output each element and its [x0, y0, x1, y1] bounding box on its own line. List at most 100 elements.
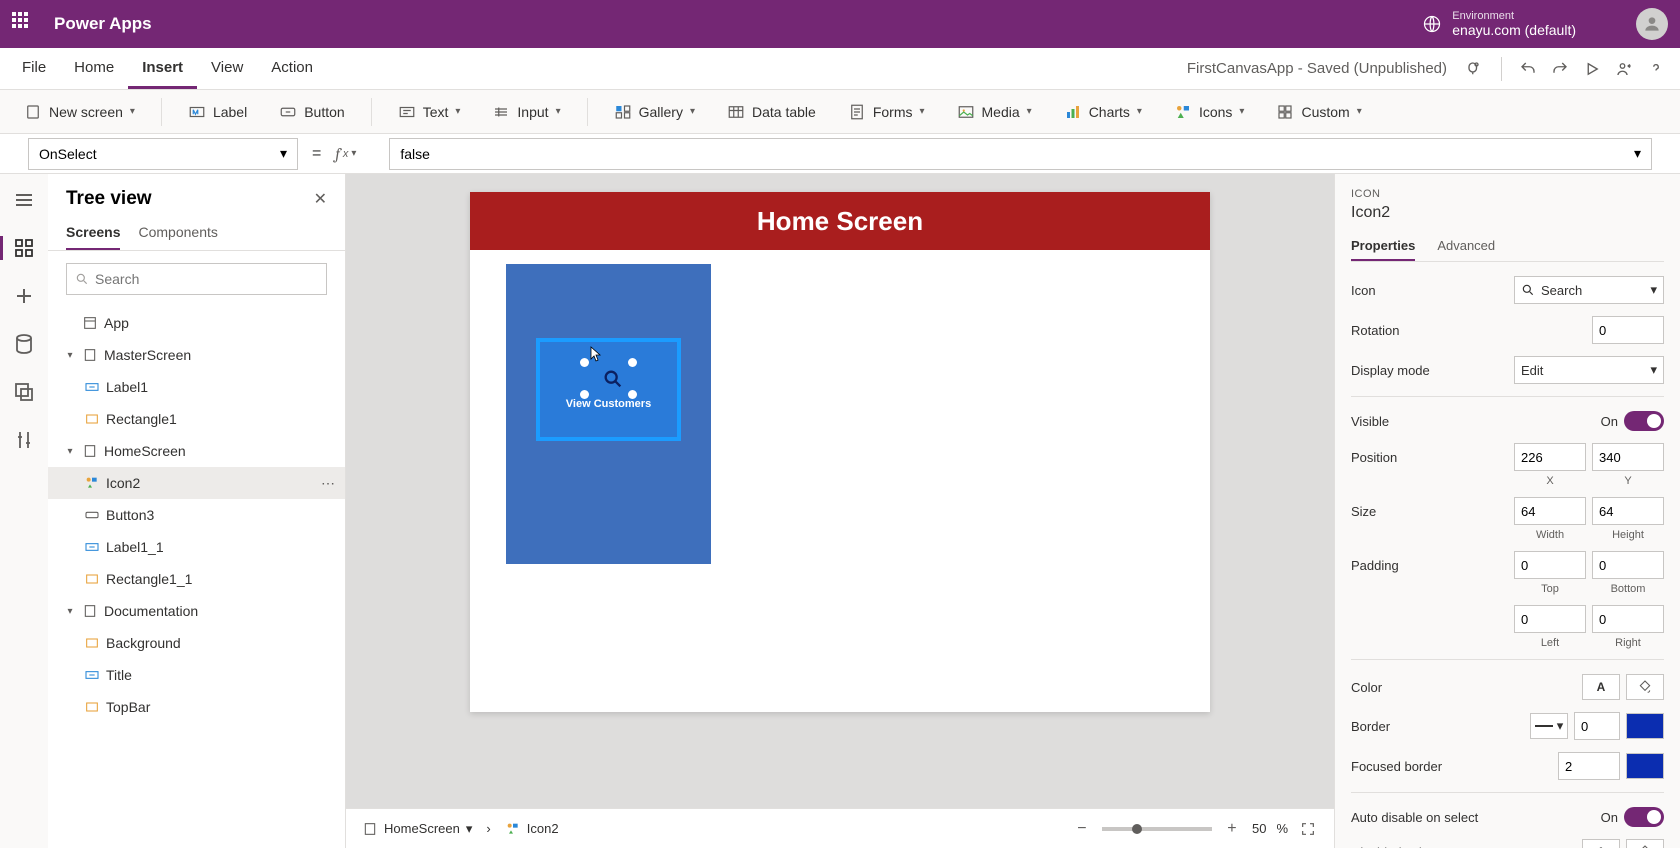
tree-item-title[interactable]: Title — [48, 659, 345, 691]
border-style-select[interactable]: ▾ — [1530, 713, 1568, 739]
disabled-font-color-swatch[interactable]: A — [1582, 839, 1620, 848]
formula-input[interactable]: false ▾ — [389, 138, 1652, 170]
menu-view[interactable]: View — [197, 48, 257, 89]
prop-size-w[interactable] — [1514, 497, 1586, 525]
prop-rotation-input[interactable] — [1592, 316, 1664, 344]
menu-file[interactable]: File — [8, 48, 60, 89]
environment-picker[interactable]: Environment enayu.com (default) — [1422, 10, 1576, 39]
prop-position-x[interactable] — [1514, 443, 1586, 471]
icons-dropdown[interactable]: Icons▾ — [1168, 99, 1251, 125]
focused-border-color-swatch[interactable] — [1626, 753, 1664, 779]
breadcrumb-screen[interactable]: HomeScreen ▾ — [362, 821, 472, 837]
menu-home[interactable]: Home — [60, 48, 128, 89]
prop-pad-bottom[interactable] — [1592, 551, 1664, 579]
prop-pad-left[interactable] — [1514, 605, 1586, 633]
text-dropdown[interactable]: Text▾ — [392, 99, 467, 125]
tree-tab-screens[interactable]: Screens — [66, 216, 120, 250]
label-button[interactable]: Label — [182, 99, 253, 125]
tree-item-background[interactable]: Background — [48, 627, 345, 659]
app-launcher-icon[interactable] — [12, 12, 36, 36]
new-screen-button[interactable]: New screen▾ — [18, 99, 141, 125]
tree-item-button3[interactable]: Button3 — [48, 499, 345, 531]
input-dropdown[interactable]: Input▾ — [486, 99, 566, 125]
prop-icon-select[interactable]: Search ▾ — [1514, 276, 1664, 304]
tree-tab-components[interactable]: Components — [138, 216, 217, 250]
sublabel-w: Width — [1514, 529, 1586, 541]
redo-button[interactable] — [1544, 53, 1576, 85]
charts-dropdown[interactable]: Charts▾ — [1058, 99, 1148, 125]
tree-screen-master[interactable]: ▾ MasterScreen — [48, 339, 345, 371]
tree-search-input[interactable] — [95, 271, 318, 287]
prop-pad-right[interactable] — [1592, 605, 1664, 633]
forms-dropdown[interactable]: Forms▾ — [842, 99, 931, 125]
fx-button[interactable]: fx▾ — [335, 145, 375, 163]
border-color-swatch[interactable] — [1626, 713, 1664, 739]
canvas-screen[interactable]: Home Screen View Customers — [470, 192, 1210, 712]
canvas-icon-selected[interactable]: View Customers — [536, 338, 681, 441]
breadcrumb-control[interactable]: Icon2 — [505, 821, 559, 837]
zoom-in-button[interactable]: + — [1222, 819, 1242, 839]
new-screen-label: New screen — [49, 104, 123, 120]
prop-size-h[interactable] — [1592, 497, 1664, 525]
border-width-input[interactable] — [1574, 712, 1620, 740]
menu-insert[interactable]: Insert — [128, 48, 197, 89]
app-checker-icon[interactable] — [1459, 53, 1491, 85]
undo-button[interactable] — [1512, 53, 1544, 85]
tree-item-rectangle1-1[interactable]: Rectangle1_1 — [48, 563, 345, 595]
tree-item-icon2[interactable]: Icon2 ⋯ — [48, 467, 345, 499]
tree-search[interactable] — [66, 263, 327, 295]
media-pane-icon[interactable] — [12, 380, 36, 404]
hamburger-icon[interactable] — [12, 188, 36, 212]
font-color-swatch[interactable]: A — [1582, 674, 1620, 700]
fill-color-swatch[interactable] — [1626, 674, 1664, 700]
close-icon[interactable]: ✕ — [314, 189, 327, 209]
canvas-area[interactable]: Home Screen View Customers — [346, 174, 1334, 808]
zoom-slider[interactable] — [1102, 827, 1212, 831]
zoom-out-button[interactable]: − — [1072, 819, 1092, 839]
prop-pad-top[interactable] — [1514, 551, 1586, 579]
help-button[interactable] — [1640, 53, 1672, 85]
tree-item-label1-1[interactable]: Label1_1 — [48, 531, 345, 563]
tree-screen-documentation[interactable]: ▾ Documentation — [48, 595, 345, 627]
visible-toggle[interactable] — [1624, 411, 1664, 431]
zoom-unit: % — [1276, 821, 1288, 836]
media-dropdown[interactable]: Media▾ — [951, 99, 1038, 125]
tree-item-label1[interactable]: Label1 — [48, 371, 345, 403]
gallery-dropdown[interactable]: Gallery▾ — [608, 99, 701, 125]
focused-border-input[interactable] — [1558, 752, 1620, 780]
disabled-fill-color-swatch[interactable] — [1626, 839, 1664, 848]
selection-handle[interactable] — [580, 390, 589, 399]
data-table-button[interactable]: Data table — [721, 99, 822, 125]
selection-handle[interactable] — [628, 358, 637, 367]
tree-screen-home[interactable]: ▾ HomeScreen — [48, 435, 345, 467]
selection-handle[interactable] — [580, 358, 589, 367]
custom-dropdown[interactable]: Custom▾ — [1270, 99, 1367, 125]
menu-action[interactable]: Action — [257, 48, 327, 89]
button-button[interactable]: Button — [273, 99, 350, 125]
data-pane-icon[interactable] — [12, 332, 36, 356]
props-tab-advanced[interactable]: Advanced — [1437, 232, 1495, 261]
props-tab-properties[interactable]: Properties — [1351, 232, 1415, 261]
rectangle-icon — [84, 699, 100, 715]
advanced-tools-icon[interactable] — [12, 428, 36, 452]
tree-item-rectangle1[interactable]: Rectangle1 — [48, 403, 345, 435]
fit-to-window-button[interactable] — [1298, 819, 1318, 839]
charts-icon — [1064, 103, 1082, 121]
app-icon — [82, 315, 98, 331]
tree-item-topbar[interactable]: TopBar — [48, 691, 345, 723]
more-icon[interactable]: ⋯ — [321, 475, 337, 492]
prop-displaymode-select[interactable]: Edit ▾ — [1514, 356, 1664, 384]
user-avatar[interactable] — [1636, 8, 1668, 40]
play-button[interactable] — [1576, 53, 1608, 85]
share-button[interactable] — [1608, 53, 1640, 85]
autodisable-toggle[interactable] — [1624, 807, 1664, 827]
prop-position-y[interactable] — [1592, 443, 1664, 471]
insert-pane-icon[interactable] — [12, 284, 36, 308]
tree-view-icon[interactable] — [12, 236, 36, 260]
icon-control-icon — [84, 475, 100, 491]
prop-icon-label: Icon — [1351, 283, 1514, 298]
selection-handle[interactable] — [628, 390, 637, 399]
property-selector[interactable]: OnSelect ▾ — [28, 138, 298, 170]
canvas-tile[interactable]: View Customers — [506, 264, 711, 564]
tree-app-item[interactable]: App — [48, 307, 345, 339]
